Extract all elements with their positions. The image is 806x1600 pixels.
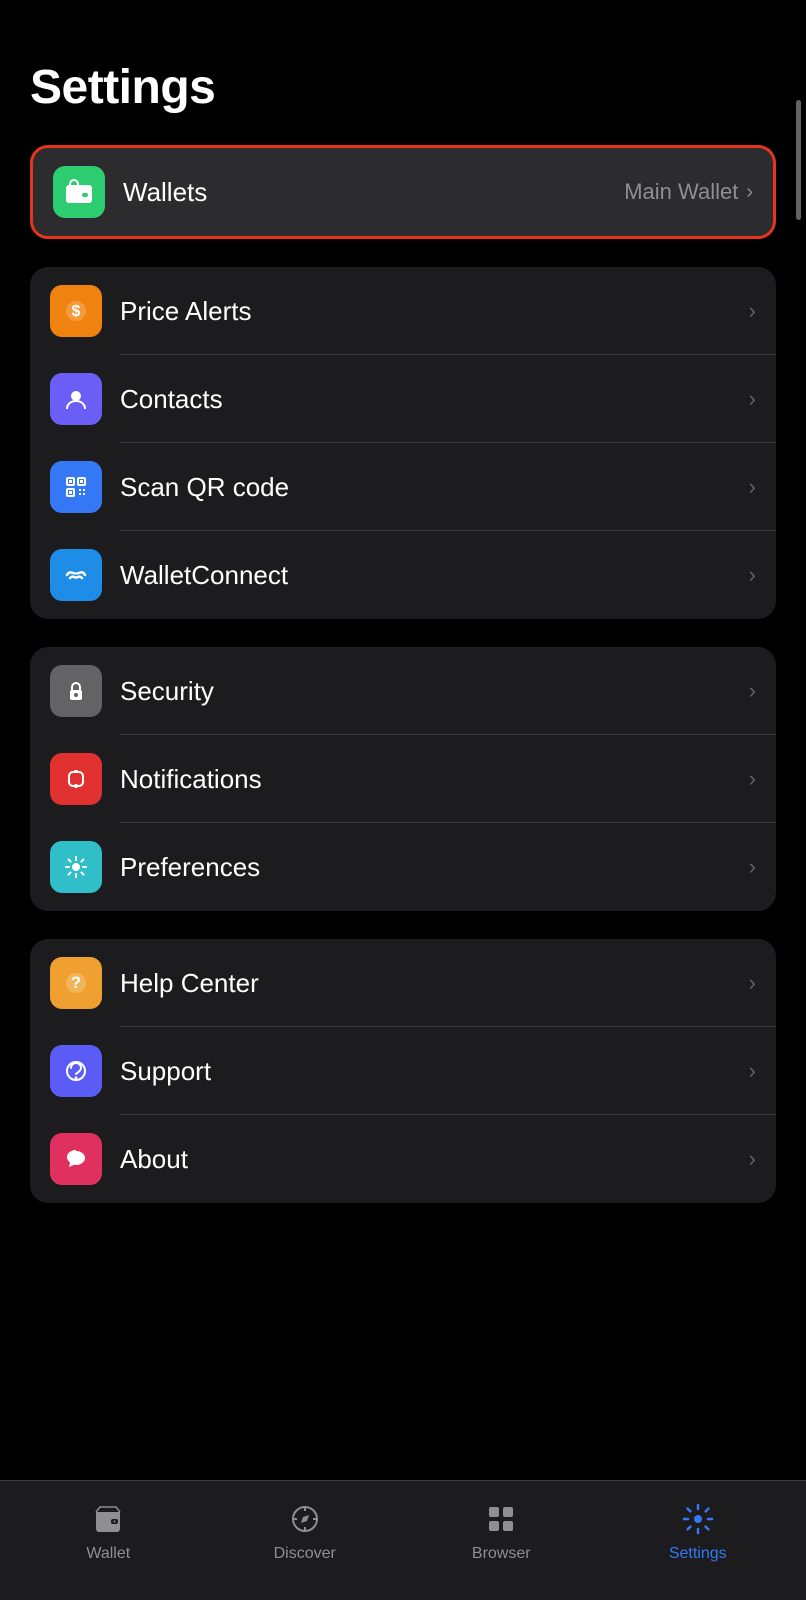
nav-browser-label: Browser [472,1545,531,1563]
preferences-label: Preferences [120,852,749,883]
scrollbar-thumb[interactable] [796,100,801,220]
nav-item-settings[interactable]: Settings [648,1499,748,1563]
menu-row-scan-qr[interactable]: Scan QR code › [30,443,776,531]
help-center-icon: ? [50,957,102,1009]
menu-row-preferences[interactable]: Preferences › [30,823,776,911]
menu-row-help-center[interactable]: ? Help Center › [30,939,776,1027]
wallet-connect-chevron: › [749,562,756,588]
help-center-chevron: › [749,970,756,996]
price-alerts-label: Price Alerts [120,296,749,327]
section-group-3: ? Help Center › Support › [30,939,776,1203]
nav-item-browser[interactable]: Browser [451,1499,551,1563]
wallet-icon [53,166,105,218]
about-label: About [120,1144,749,1175]
contacts-label: Contacts [120,384,749,415]
about-icon [50,1133,102,1185]
menu-row-notifications[interactable]: Notifications › [30,735,776,823]
nav-item-wallet[interactable]: Wallet [58,1499,158,1563]
price-alerts-chevron: › [749,298,756,324]
menu-row-security[interactable]: Security › [30,647,776,735]
page-title: Settings [30,60,776,115]
help-center-label: Help Center [120,968,749,999]
menu-row-about[interactable]: About › [30,1115,776,1203]
menu-row-price-alerts[interactable]: $ Price Alerts › [30,267,776,355]
nav-discover-icon [285,1499,325,1539]
svg-text:?: ? [71,973,81,992]
wallet-connect-label: WalletConnect [120,560,749,591]
bottom-nav: Wallet Discover [0,1480,806,1600]
scan-qr-chevron: › [749,474,756,500]
wallets-row[interactable]: Wallets Main Wallet › [30,145,776,239]
wallet-connect-icon [50,549,102,601]
notifications-icon [50,753,102,805]
notifications-label: Notifications [120,764,749,795]
menu-row-contacts[interactable]: Contacts › [30,355,776,443]
support-chevron: › [749,1058,756,1084]
about-chevron: › [749,1146,756,1172]
menu-row-wallet-connect[interactable]: WalletConnect › [30,531,776,619]
svg-text:$: $ [72,303,81,320]
nav-item-discover[interactable]: Discover [255,1499,355,1563]
nav-discover-label: Discover [274,1545,336,1563]
preferences-chevron: › [749,854,756,880]
security-label: Security [120,676,749,707]
nav-wallet-icon [88,1499,128,1539]
section-group-2: Security › Notifications › [30,647,776,911]
price-alerts-icon: $ [50,285,102,337]
contacts-chevron: › [749,386,756,412]
notifications-chevron: › [749,766,756,792]
wallets-value: Main Wallet [624,179,738,205]
support-label: Support [120,1056,749,1087]
nav-browser-icon [481,1499,521,1539]
security-icon [50,665,102,717]
wallets-label: Wallets [123,177,624,208]
wallets-chevron: › [746,181,753,204]
preferences-icon [50,841,102,893]
section-group-1: $ Price Alerts › Contacts › [30,267,776,619]
nav-settings-label: Settings [669,1545,727,1563]
contacts-icon [50,373,102,425]
security-chevron: › [749,678,756,704]
scrollbar-track [796,100,802,1470]
nav-wallet-label: Wallet [86,1545,130,1563]
scan-qr-icon [50,461,102,513]
menu-row-support[interactable]: Support › [30,1027,776,1115]
settings-page: Settings Wallets Main Wallet › [0,0,806,1600]
nav-settings-icon [678,1499,718,1539]
support-icon [50,1045,102,1097]
scan-qr-label: Scan QR code [120,472,749,503]
